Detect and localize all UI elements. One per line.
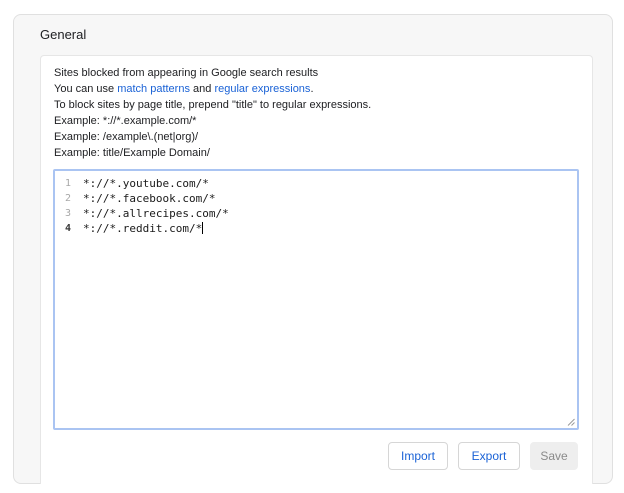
blocklist-editor[interactable]: 1 *://*.youtube.com/* 2 *://*.facebook.c… bbox=[53, 169, 579, 430]
example-title: Example: title/Example Domain/ bbox=[54, 147, 210, 159]
blocklist-description: Sites blocked from appearing in Google s… bbox=[54, 65, 371, 161]
description-usage: You can use match patterns and regular e… bbox=[54, 83, 314, 95]
import-button[interactable]: Import bbox=[388, 442, 448, 470]
editor-lines: 1 *://*.youtube.com/* 2 *://*.facebook.c… bbox=[55, 176, 229, 236]
section-title: General bbox=[40, 27, 87, 42]
line-text: *://*.allrecipes.com/* bbox=[83, 207, 229, 220]
description-heading: Sites blocked from appearing in Google s… bbox=[54, 67, 319, 79]
line-text: *://*.youtube.com/* bbox=[83, 177, 209, 190]
match-patterns-link[interactable]: match patterns bbox=[117, 83, 190, 95]
line-number: 4 bbox=[64, 223, 71, 234]
resize-grip-icon[interactable] bbox=[567, 418, 575, 426]
editor-line-active[interactable]: 4 *://*.reddit.com/* bbox=[55, 221, 229, 236]
line-number: 1 bbox=[64, 178, 71, 189]
example-match-pattern: Example: *://*.example.com/* bbox=[54, 115, 197, 127]
editor-line[interactable]: 3 *://*.allrecipes.com/* bbox=[55, 206, 229, 221]
editor-line[interactable]: 2 *://*.facebook.com/* bbox=[55, 191, 229, 206]
blocklist-card: Sites blocked from appearing in Google s… bbox=[40, 55, 593, 484]
regular-expressions-link[interactable]: regular expressions bbox=[214, 83, 310, 95]
description-title-hint: To block sites by page title, prepend "t… bbox=[54, 99, 372, 111]
example-regex: Example: /example\.(net|org)/ bbox=[54, 131, 199, 143]
settings-section: General Sites blocked from appearing in … bbox=[13, 14, 613, 484]
editor-line[interactable]: 1 *://*.youtube.com/* bbox=[55, 176, 229, 191]
line-text: *://*.facebook.com/* bbox=[83, 192, 216, 205]
line-number: 2 bbox=[64, 193, 71, 204]
line-text-container: *://*.reddit.com/* bbox=[83, 221, 204, 236]
text-caret bbox=[202, 222, 204, 234]
line-number: 3 bbox=[64, 208, 71, 219]
save-button[interactable]: Save bbox=[530, 442, 578, 470]
line-text: *://*.reddit.com/* bbox=[83, 222, 203, 235]
export-button[interactable]: Export bbox=[458, 442, 520, 470]
action-buttons: Import Export Save bbox=[388, 442, 578, 470]
